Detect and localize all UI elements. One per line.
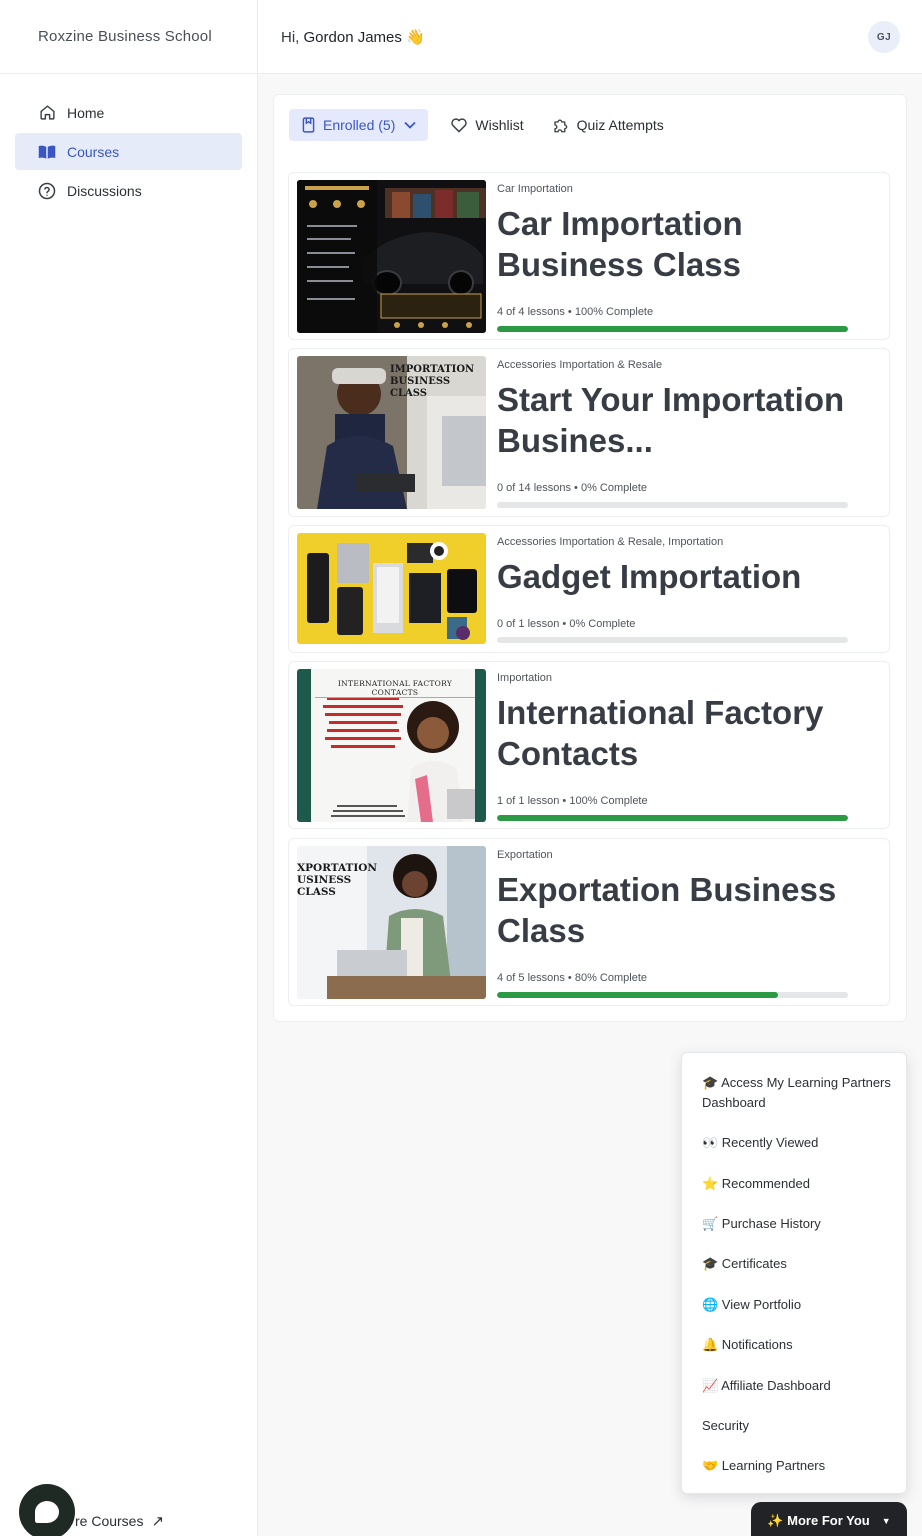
sidebar-item-discussions[interactable]: Discussions [15,172,242,209]
top-header: Hi, Gordon James 👋 GJ [258,0,922,74]
menu-item-purchase-history[interactable]: 🛒 Purchase History [702,1214,892,1234]
course-progress-text: 0 of 14 lessons • 0% Complete [497,482,647,494]
chevron-down-icon [404,121,417,129]
course-title[interactable]: Gadget Importation [497,556,849,597]
course-info: Car Importation Car Importation Business… [497,183,849,285]
sidebar-item-label: Discussions [67,182,142,199]
course-thumbnail-importation-business: IMPORTATION BUSINESS CLASS [297,356,486,509]
course-progress-bar [497,992,848,998]
more-for-you-label: ✨ More For You [767,1513,870,1528]
course-progress-text: 4 of 5 lessons • 80% Complete [497,972,647,984]
tab-wishlist[interactable]: Wishlist [444,109,529,141]
course-progress-text: 1 of 1 lesson • 100% Complete [497,795,648,807]
avatar[interactable]: GJ [868,21,900,53]
course-info: Accessories Importation & Resale Start Y… [497,359,849,461]
tab-quiz-attempts[interactable]: Quiz Attempts [546,109,670,141]
course-title[interactable]: Car Importation Business Class [497,203,849,285]
course-category: Car Importation [497,183,573,195]
brand-title[interactable]: Roxzine Business School [0,0,257,74]
course-progress-bar [497,637,848,643]
course-card[interactable]: INTERNATIONAL FACTORY CONTACTS Importati… [288,661,890,829]
course-progress-fill [497,815,848,821]
menu-item-certificates[interactable]: 🎓 Certificates [702,1254,892,1274]
menu-item-affiliate-dashboard[interactable]: 📈 Affiliate Dashboard [702,1376,892,1396]
menu-item-notifications[interactable]: 🔔 Notifications [702,1335,892,1355]
menu-item-learning-partners[interactable]: 🤝 Learning Partners [702,1456,892,1476]
menu-item-view-portfolio[interactable]: 🌐 View Portfolio [702,1295,892,1315]
course-title[interactable]: Start Your Importation Busines... [497,379,849,461]
home-icon [38,104,56,122]
course-progress-fill [497,326,848,332]
more-courses-label: re Courses [75,1513,144,1529]
caret-down-icon: ▼ [881,1516,891,1526]
course-category: Importation [497,672,553,684]
course-thumbnail-car-importation [297,180,486,333]
course-progress-text: 0 of 1 lesson • 0% Complete [497,618,636,630]
chat-widget-button[interactable] [19,1484,75,1536]
tab-label: Wishlist [475,117,524,133]
course-thumbnail-factory-contacts: INTERNATIONAL FACTORY CONTACTS [297,669,486,822]
course-card[interactable]: Accessories Importation & Resale, Import… [288,525,890,653]
course-info: Accessories Importation & Resale, Import… [497,536,849,597]
course-title[interactable]: International Factory Contacts [497,692,849,774]
chat-icon [35,1501,59,1523]
tab-enrolled[interactable]: Enrolled (5) [289,109,429,141]
more-courses-link[interactable]: re Courses ↗ [75,1512,164,1530]
course-category: Exportation [497,849,553,861]
sidebar-item-home[interactable]: Home [15,94,242,131]
tab-label: Enrolled (5) [323,117,396,133]
more-for-you-menu: 🎓 Access My Learning Partners Dashboard … [681,1052,907,1494]
course-progress-bar [497,815,848,821]
thumbnail-caption: INTERNATIONAL FACTORY CONTACTS [315,679,475,698]
user-name: Gordon James [303,28,402,46]
course-tabs: Enrolled (5) Wishlist Quiz Attempts [289,109,686,141]
thumbnail-caption: XPORTATION USINESS CLASS [297,862,378,898]
course-card[interactable]: XPORTATION USINESS CLASS Exportation Exp… [288,838,890,1006]
greeting-prefix: Hi, [281,28,300,46]
question-circle-icon [38,182,56,200]
course-category: Accessories Importation & Resale, Import… [497,536,724,548]
course-card[interactable]: Car Importation Car Importation Business… [288,172,890,340]
tab-label: Quiz Attempts [576,117,664,133]
greeting: Hi, Gordon James 👋 [281,28,425,46]
course-progress-fill [497,992,778,998]
course-progress-bar [497,502,848,508]
external-arrow-icon: ↗ [151,1513,165,1530]
course-thumbnail-gadget-importation [297,533,486,644]
book-icon [38,143,56,161]
puzzle-icon [552,116,570,134]
sidebar-item-courses[interactable]: Courses [15,133,242,170]
sidebar: Roxzine Business School Home Courses Dis… [0,0,258,1536]
course-title[interactable]: Exportation Business Class [497,869,849,951]
sidebar-item-label: Home [67,104,105,121]
course-card[interactable]: IMPORTATION BUSINESS CLASS Accessories I… [288,348,890,517]
course-progress-text: 4 of 4 lessons • 100% Complete [497,306,654,318]
course-info: Exportation Exportation Business Class [497,849,849,951]
menu-item-learning-partners-dashboard[interactable]: 🎓 Access My Learning Partners Dashboard [702,1073,892,1112]
bookmark-icon [301,117,316,133]
course-category: Accessories Importation & Resale [497,359,663,371]
wave-emoji: 👋 [406,28,425,46]
course-info: Importation International Factory Contac… [497,672,849,774]
sidebar-item-label: Courses [67,143,120,160]
course-thumbnail-exportation: XPORTATION USINESS CLASS [297,846,486,999]
more-for-you-button[interactable]: ✨ More For You ▼ [751,1502,907,1536]
menu-item-recently-viewed[interactable]: 👀 Recently Viewed [702,1133,892,1153]
course-progress-bar [497,326,848,332]
menu-item-security[interactable]: Security [702,1416,892,1436]
menu-item-recommended[interactable]: ⭐ Recommended [702,1174,892,1194]
heart-icon [450,117,468,133]
sidebar-nav: Home Courses Discussions [0,74,257,209]
thumbnail-caption: IMPORTATION BUSINESS CLASS [390,364,475,399]
